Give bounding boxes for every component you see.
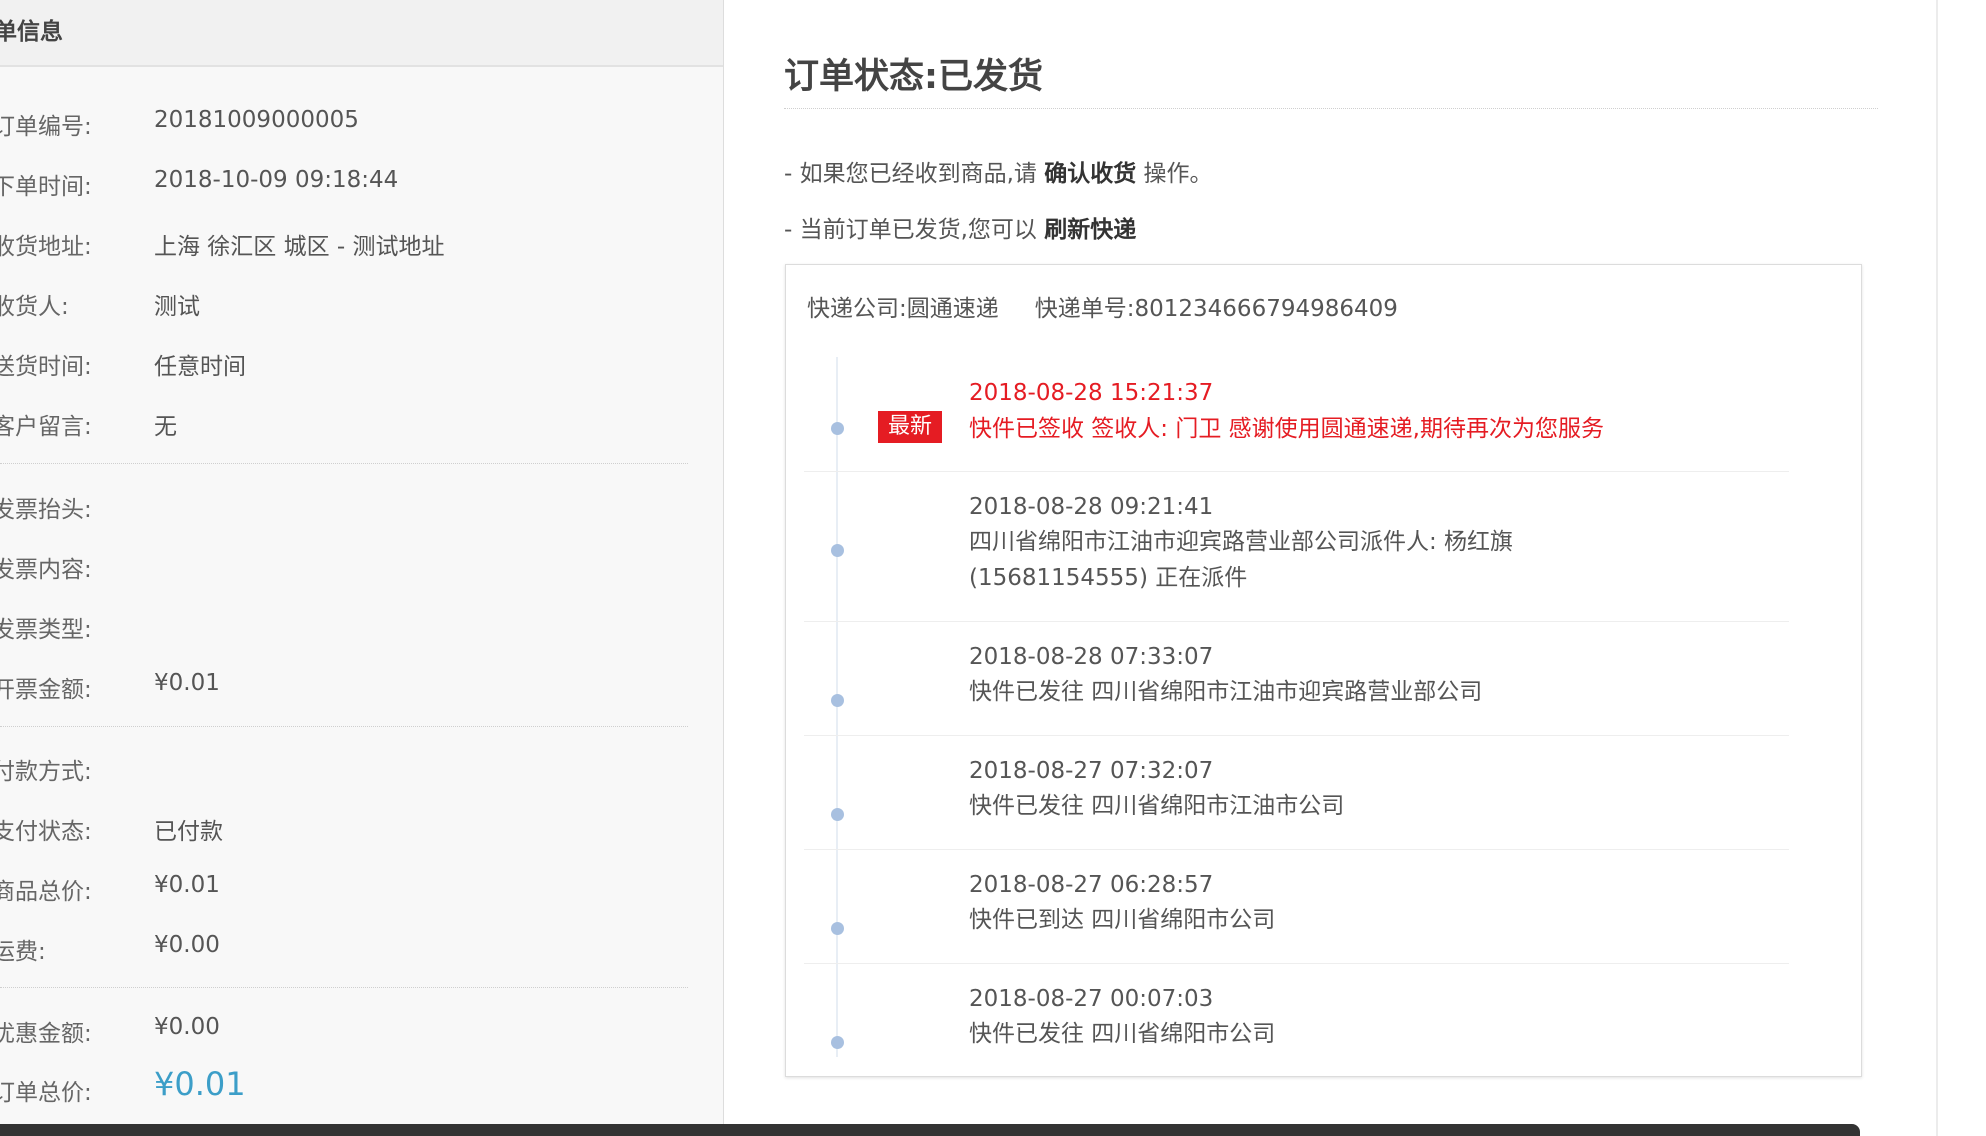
tip-text: - 如果您已经收到商品,请 — [784, 161, 1037, 187]
payment-method-label: 付款方式: — [0, 759, 92, 785]
latest-badge: 最新 — [878, 411, 943, 443]
order-status-panel: 订单状态:已发货 - 如果您已经收到商品,请 确认收货 操作。 - 当前订单已发… — [724, 0, 1936, 1136]
timeline-dot-icon — [831, 544, 844, 557]
order-total-value: ¥0.01 — [154, 1065, 246, 1103]
goods-total-row: 商品总价: ¥0.01 — [0, 872, 700, 908]
shipment-tracking-box: 快递公司:圆通速递 快递单号:801234666794986409 2018-08… — [785, 264, 1862, 1077]
event-description: 快件已到达 四川省绵阳市公司 — [969, 907, 1276, 933]
shipping-address-label: 收货地址: — [0, 234, 92, 260]
divider — [0, 726, 688, 727]
event-time: 2018-08-27 06:28:57 — [969, 872, 1214, 898]
discount-row: 优惠金额: ¥0.00 — [0, 1014, 700, 1050]
receiver-label: 收货人: — [0, 294, 69, 320]
tip-text: - 当前订单已发货,您可以 — [784, 217, 1037, 243]
order-number-label: 订单编号: — [0, 114, 92, 140]
customer-note-label: 客户留言: — [0, 414, 92, 440]
bottom-bar — [0, 1124, 1860, 1136]
receiver-value: 测试 — [154, 294, 200, 320]
refresh-tracking-link[interactable]: 刷新快递 — [1044, 217, 1136, 243]
invoice-type-row: 发票类型: — [0, 610, 700, 646]
invoice-title-row: 发票抬头: — [0, 490, 700, 526]
order-time-row: 下单时间: 2018-10-09 09:18:44 — [0, 167, 700, 203]
event-description: 四川省绵阳市江油市迎宾路营业部公司派件人: 杨红旗 (15681154555) … — [969, 529, 1514, 591]
delivery-time-row: 送货时间: 任意时间 — [0, 347, 700, 383]
timeline-dot-icon — [831, 808, 844, 821]
event-description: 快件已签收 签收人: 门卫 感谢使用圆通速递,期待再次为您服务 — [969, 416, 1604, 442]
freight-row: 运费: ¥0.00 — [0, 932, 700, 968]
goods-total-label: 商品总价: — [0, 879, 92, 905]
order-detail-page: 单信息 订单编号: 20181009000005 下单时间: 2018-10-0… — [0, 0, 1986, 1136]
order-total-row: 订单总价: ¥0.01 — [0, 1065, 700, 1109]
courier-label: 快递公司: — [807, 296, 907, 322]
page-edge — [1936, 0, 1986, 1136]
confirm-receipt-link[interactable]: 确认收货 — [1044, 161, 1136, 187]
event-time: 2018-08-28 07:33:07 — [969, 644, 1214, 670]
confirm-receipt-tip: - 如果您已经收到商品,请 确认收货 操作。 — [784, 154, 1213, 188]
order-info-title: 单信息 — [0, 19, 63, 45]
event-time: 2018-08-27 00:07:03 — [969, 986, 1214, 1012]
order-time-value: 2018-10-09 09:18:44 — [154, 167, 399, 193]
timeline-line — [836, 357, 838, 1057]
payment-method-row: 付款方式: — [0, 752, 700, 788]
divider — [804, 849, 1789, 850]
tracking-number: 801234666794986409 — [1134, 296, 1398, 322]
timeline-dot-icon — [831, 922, 844, 935]
invoice-amount-row: 开票金额: ¥0.01 — [0, 670, 700, 706]
tip-text: 操作。 — [1143, 161, 1213, 187]
delivery-time-label: 送货时间: — [0, 354, 92, 380]
discount-value: ¥0.00 — [154, 1014, 220, 1040]
divider — [804, 621, 1789, 622]
timeline-dot-icon — [831, 422, 844, 435]
goods-total-value: ¥0.01 — [154, 872, 220, 898]
event-description: 快件已发往 四川省绵阳市江油市迎宾路营业部公司 — [969, 679, 1483, 705]
event-description: 快件已发往 四川省绵阳市公司 — [969, 1021, 1276, 1047]
timeline-dot-icon — [831, 1036, 844, 1049]
divider — [804, 735, 1789, 736]
freight-label: 运费: — [0, 939, 46, 965]
order-number-row: 订单编号: 20181009000005 — [0, 107, 700, 143]
divider — [0, 987, 688, 988]
invoice-type-label: 发票类型: — [0, 617, 92, 643]
delivery-time-value: 任意时间 — [154, 354, 246, 380]
payment-status-row: 支付状态: 已付款 — [0, 812, 700, 848]
freight-value: ¥0.00 — [154, 932, 220, 958]
discount-label: 优惠金额: — [0, 1021, 92, 1047]
shipping-address-value: 上海 徐汇区 城区 - 测试地址 — [154, 234, 445, 260]
divider — [804, 471, 1789, 472]
invoice-amount-value: ¥0.01 — [154, 670, 220, 696]
shipping-address-row: 收货地址: 上海 徐汇区 城区 - 测试地址 — [0, 227, 700, 263]
order-number-value: 20181009000005 — [154, 107, 359, 133]
payment-status-value: 已付款 — [154, 819, 223, 845]
order-status-title: 订单状态:已发货 — [784, 57, 1043, 97]
order-time-label: 下单时间: — [0, 174, 92, 200]
event-time: 2018-08-28 15:21:37 — [969, 380, 1214, 406]
order-info-header: 单信息 — [0, 0, 723, 67]
customer-note-row: 客户留言: 无 — [0, 407, 700, 443]
event-time: 2018-08-27 07:32:07 — [969, 758, 1214, 784]
tracking-label: 快递单号: — [1034, 296, 1135, 322]
divider — [0, 463, 688, 464]
order-info-panel: 单信息 订单编号: 20181009000005 下单时间: 2018-10-0… — [0, 0, 724, 1136]
divider — [784, 108, 1878, 109]
event-description: 快件已发往 四川省绵阳市江油市公司 — [969, 793, 1345, 819]
payment-status-label: 支付状态: — [0, 819, 92, 845]
invoice-title-label: 发票抬头: — [0, 497, 92, 523]
receiver-row: 收货人: 测试 — [0, 287, 700, 323]
order-total-label: 订单总价: — [0, 1080, 92, 1106]
customer-note-value: 无 — [154, 414, 177, 440]
invoice-content-row: 发票内容: — [0, 550, 700, 586]
refresh-tracking-tip: - 当前订单已发货,您可以 刷新快递 — [784, 210, 1136, 244]
shipment-header: 快递公司:圆通速递 快递单号:801234666794986409 — [807, 289, 1398, 323]
invoice-amount-label: 开票金额: — [0, 677, 92, 703]
timeline-dot-icon — [831, 694, 844, 707]
courier-name: 圆通速递 — [906, 296, 999, 322]
invoice-content-label: 发票内容: — [0, 557, 92, 583]
event-time: 2018-08-28 09:21:41 — [969, 494, 1214, 520]
divider — [804, 963, 1789, 964]
